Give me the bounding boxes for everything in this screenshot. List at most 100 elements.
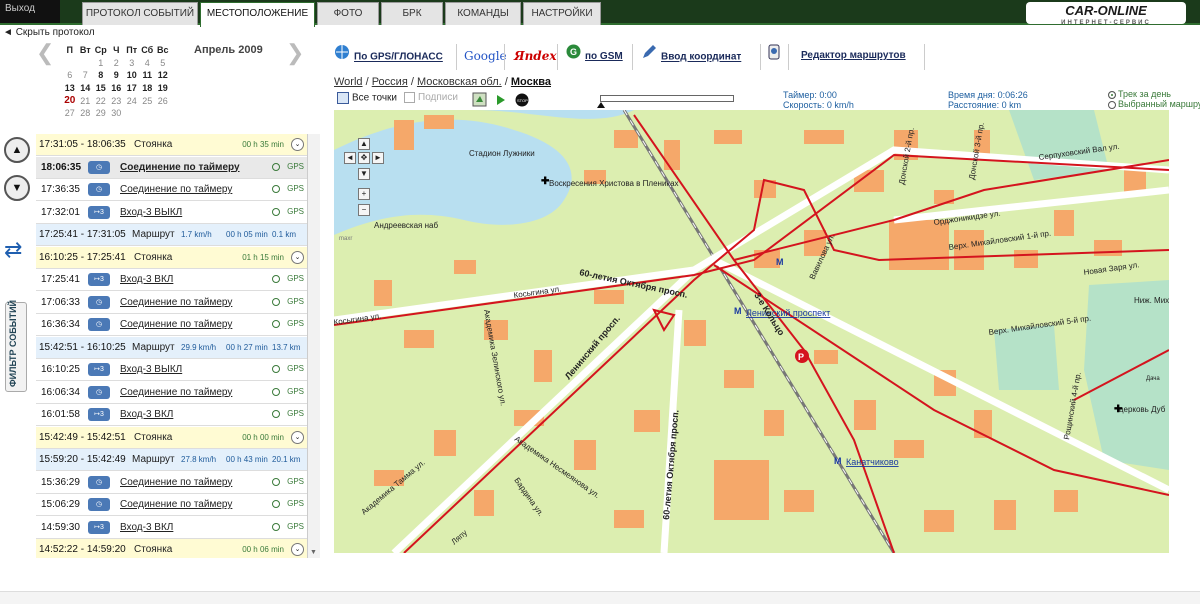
- scroll-down-button[interactable]: ▼: [4, 175, 30, 201]
- calendar-day[interactable]: 2: [109, 57, 125, 70]
- pan-center-icon[interactable]: ✥: [358, 152, 370, 164]
- stop-icon[interactable]: STOP: [515, 93, 529, 110]
- pan-right-icon[interactable]: ►: [372, 152, 384, 164]
- pan-down-icon[interactable]: ▼: [358, 168, 370, 180]
- calendar-day[interactable]: 6: [62, 69, 78, 82]
- tab-photo[interactable]: ФОТО: [317, 2, 379, 25]
- device-icon[interactable]: [767, 44, 785, 68]
- event-list-scrollbar[interactable]: ▼: [308, 134, 320, 558]
- calendar-prev-icon[interactable]: ❮: [36, 40, 54, 66]
- calendar-day[interactable]: 7: [78, 69, 94, 82]
- event-row[interactable]: 14:52:22 - 14:59:20 Стоянка 00 h 06 min ⌄: [36, 539, 307, 558]
- breadcrumb-russia[interactable]: Россия: [372, 76, 408, 88]
- swap-icon[interactable]: ⇄: [4, 237, 32, 265]
- export-icon[interactable]: [472, 92, 487, 110]
- hide-protocol-button[interactable]: ◄ Скрыть протокол: [3, 27, 95, 38]
- calendar-day[interactable]: 3: [124, 57, 140, 70]
- event-row[interactable]: 17:25:41 ↦3 Вход-3 ВКЛ GPS: [36, 269, 307, 291]
- google-map-button[interactable]: Google: [464, 44, 507, 68]
- track-day-radio[interactable]: Трек за день: [1108, 89, 1171, 99]
- enter-coordinates-button[interactable]: Ввод координат: [641, 44, 741, 68]
- event-row[interactable]: 15:59:20 - 15:42:49 Маршрут 27.8 km/h 00 h …: [36, 449, 307, 471]
- expand-icon[interactable]: ⌄: [291, 543, 304, 556]
- event-time: 16:10:25: [41, 364, 80, 375]
- event-row[interactable]: 15:42:49 - 15:42:51 Стоянка 00 h 00 min ⌄: [36, 426, 307, 449]
- event-time: 17:25:41: [41, 274, 80, 285]
- event-row[interactable]: 16:36:34 ◷ Соединение по таймеру GPS: [36, 314, 307, 336]
- event-row[interactable]: 16:01:58 ↦3 Вход-3 ВКЛ GPS: [36, 404, 307, 426]
- calendar-day[interactable]: 30: [109, 107, 125, 120]
- breadcrumb-region[interactable]: Московская обл.: [417, 76, 502, 88]
- calendar-day[interactable]: 22: [93, 94, 109, 107]
- tab-event-log[interactable]: ПРОТОКОЛ СОБЫТИЙ: [82, 2, 198, 25]
- event-row[interactable]: 18:06:35 ◷ Соединение по таймеру GPS: [36, 156, 307, 179]
- pan-up-icon[interactable]: ▲: [358, 138, 370, 150]
- zoom-in-icon[interactable]: +: [358, 188, 370, 200]
- tab-settings[interactable]: НАСТРОЙКИ: [523, 2, 601, 25]
- event-row[interactable]: 16:06:34 ◷ Соединение по таймеру GPS: [36, 382, 307, 404]
- calendar-day[interactable]: 4: [140, 57, 156, 70]
- tab-commands[interactable]: КОМАНДЫ: [445, 2, 521, 25]
- calendar-day[interactable]: 27: [62, 107, 78, 120]
- calendar-day[interactable]: 24: [124, 94, 140, 107]
- all-points-toggle[interactable]: Все точки: [337, 92, 397, 104]
- calendar-day[interactable]: 5: [155, 57, 171, 70]
- breadcrumb-world[interactable]: World: [334, 76, 363, 88]
- tab-brk[interactable]: БРК: [381, 2, 443, 25]
- yandex-map-button[interactable]: Яndex: [514, 44, 557, 68]
- expand-icon[interactable]: ⌄: [291, 138, 304, 151]
- calendar-day[interactable]: 18: [140, 82, 156, 95]
- playback-progress-bar[interactable]: [597, 95, 734, 108]
- gsm-button[interactable]: Gпо GSM: [566, 44, 623, 68]
- calendar-day[interactable]: 14: [78, 82, 94, 95]
- calendar-day[interactable]: 21: [78, 94, 94, 107]
- calendar-day[interactable]: 8: [93, 69, 109, 82]
- calendar-day[interactable]: 28: [78, 107, 94, 120]
- signatures-checkbox[interactable]: [404, 92, 415, 103]
- event-row[interactable]: 15:06:29 ◷ Соединение по таймеру GPS: [36, 494, 307, 516]
- selected-route-radio[interactable]: Выбранный маршрут: [1108, 99, 1200, 109]
- calendar-day[interactable]: 16: [109, 82, 125, 95]
- progress-marker-icon[interactable]: [597, 102, 605, 108]
- calendar-day[interactable]: 19: [155, 82, 171, 95]
- event-row[interactable]: 15:42:51 - 16:10:25 Маршрут 29.9 km/h 00 h …: [36, 336, 307, 359]
- breadcrumb-city[interactable]: Москва: [511, 76, 551, 88]
- gps-source-button[interactable]: По GPS/ГЛОНАСС: [334, 44, 443, 68]
- calendar-day[interactable]: 10: [124, 69, 140, 82]
- event-row[interactable]: 14:59:30 ↦3 Вход-3 ВКЛ GPS: [36, 517, 307, 539]
- calendar-day[interactable]: 25: [140, 94, 156, 107]
- event-row[interactable]: 17:31:05 - 18:06:35 Стоянка 00 h 35 min ⌄: [36, 134, 307, 156]
- zoom-out-icon[interactable]: −: [358, 204, 370, 216]
- calendar-day[interactable]: 23: [109, 94, 125, 107]
- calendar-day[interactable]: 9: [109, 69, 125, 82]
- calendar-day[interactable]: 13: [62, 82, 78, 95]
- calendar-day[interactable]: 15: [93, 82, 109, 95]
- event-row[interactable]: 17:06:33 ◷ Соединение по таймеру GPS: [36, 292, 307, 314]
- event-row[interactable]: 17:36:35 ◷ Соединение по таймеру GPS: [36, 179, 307, 201]
- expand-icon[interactable]: ⌄: [291, 430, 304, 444]
- calendar-next-icon[interactable]: ❯: [286, 40, 304, 66]
- calendar-day[interactable]: 12: [155, 69, 171, 82]
- tab-location[interactable]: МЕСТОПОЛОЖЕНИЕ: [200, 2, 315, 27]
- play-icon[interactable]: [496, 94, 506, 109]
- logout-button[interactable]: Выход: [0, 0, 60, 23]
- event-row[interactable]: 16:10:25 ↦3 Вход-3 ВЫКЛ GPS: [36, 359, 307, 381]
- calendar-day[interactable]: 26: [155, 94, 171, 107]
- calendar-day[interactable]: 20: [62, 94, 78, 107]
- map-view[interactable]: P M M M Стадион Лужники Воскресения Хрис…: [334, 110, 1169, 553]
- route-editor-button[interactable]: Редактор маршрутов: [801, 44, 906, 68]
- calendar-day[interactable]: 29: [93, 107, 109, 120]
- input-icon: ↦3: [88, 520, 110, 534]
- event-filter-button[interactable]: ФИЛЬТР СОБЫТИЙ: [5, 300, 27, 392]
- event-row[interactable]: 17:25:41 - 17:31:05 Маршрут 1.7 km/h 00 h 0…: [36, 224, 307, 246]
- event-row[interactable]: 16:10:25 - 17:25:41 Стоянка 01 h 15 min ⌄: [36, 246, 307, 269]
- pan-left-icon[interactable]: ◄: [344, 152, 356, 164]
- calendar-day[interactable]: 11: [140, 69, 156, 82]
- event-row[interactable]: 15:36:29 ◷ Соединение по таймеру GPS: [36, 472, 307, 494]
- signatures-toggle[interactable]: Подписи: [404, 92, 458, 103]
- calendar-day[interactable]: 1: [93, 57, 109, 70]
- expand-icon[interactable]: ⌄: [291, 250, 304, 264]
- calendar-day[interactable]: 17: [124, 82, 140, 95]
- event-row[interactable]: 17:32:01 ↦3 Вход-3 ВЫКЛ GPS: [36, 202, 307, 224]
- scroll-up-button[interactable]: ▲: [4, 137, 30, 163]
